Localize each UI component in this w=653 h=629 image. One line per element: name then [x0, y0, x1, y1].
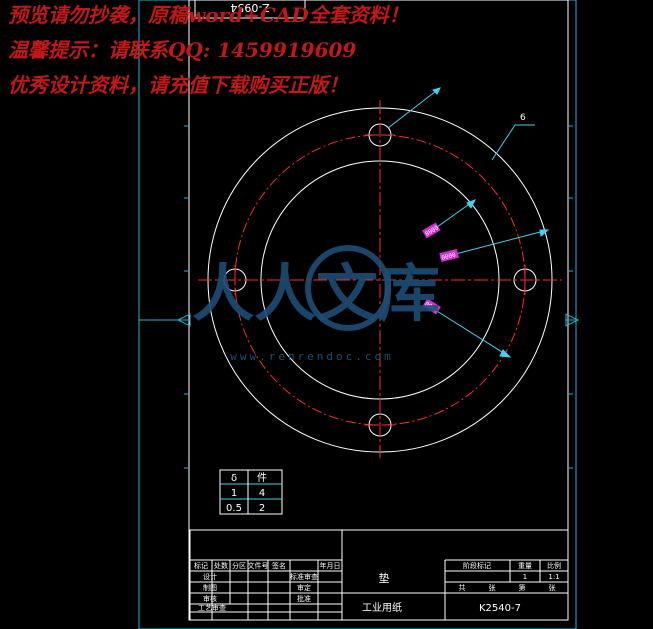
part-table-r0c1: 4 — [259, 488, 265, 499]
thickness-dim-label: 6 — [520, 113, 526, 123]
sign-row-2-label2: 批准 — [297, 594, 311, 603]
logo-url: www.renrendoc.com — [230, 350, 394, 363]
sign-row-2-label: 审核 — [203, 594, 217, 603]
part-name: 垫 — [379, 571, 390, 585]
stage-v1: 1 — [523, 573, 527, 581]
sign-row-0-label2: 标准审查 — [290, 572, 318, 581]
part-table-r1c1: 2 — [259, 503, 265, 514]
paper-label: 工业用纸 — [362, 601, 402, 614]
watermark-line-3: 优秀设计资料，请充值下载购买正版！ — [8, 73, 348, 97]
rev-col-3: 文件号 — [248, 561, 269, 570]
watermark-line-2: 温馨提示：请联系QQ: 1459919609 — [8, 38, 356, 62]
rev-col-5: 年月日 — [320, 561, 341, 570]
drawing-code: K2540-7 — [479, 603, 521, 614]
stage-h0: 阶段标记 — [463, 561, 491, 570]
stage-h2: 比例 — [547, 561, 561, 570]
rev-col-1: 处数 — [214, 561, 228, 570]
sign-row-1-label: 制图 — [203, 583, 217, 592]
rev-col-2: 分区 — [232, 561, 246, 570]
rev-col-4: 签名 — [272, 561, 286, 570]
sheet-0: 共 — [459, 583, 466, 592]
rev-col-0: 标记 — [194, 561, 208, 570]
site-logo-watermark: 人人文库 www.renrendoc.com — [192, 245, 440, 363]
stage-h1: 重量 — [518, 562, 532, 570]
part-table-r0c0: 1 — [231, 488, 237, 499]
part-table-r1c0: 0.5 — [226, 503, 242, 514]
cad-drawing-canvas: Z-0954 6 8000 0000 0000 人人文库 www.renrend… — [8, 0, 580, 629]
watermark-line-1: 预览请勿抄袭，原稿word+CAD全套资料！ — [8, 3, 409, 27]
sheet-1: 张 — [489, 583, 496, 592]
sheet-2: 第 — [519, 583, 526, 592]
part-table-h0: δ — [231, 473, 237, 484]
part-table-h1: 件 — [257, 472, 267, 484]
sign-row-1-label2: 审定 — [297, 583, 311, 592]
logo-text: 人人文库 — [192, 257, 440, 330]
stage-v2: 1:1 — [548, 573, 559, 581]
sign-row-3-label: 工艺审查 — [198, 603, 226, 612]
sheet-3: 张 — [549, 583, 556, 592]
sign-row-0-label: 设计 — [203, 572, 217, 581]
